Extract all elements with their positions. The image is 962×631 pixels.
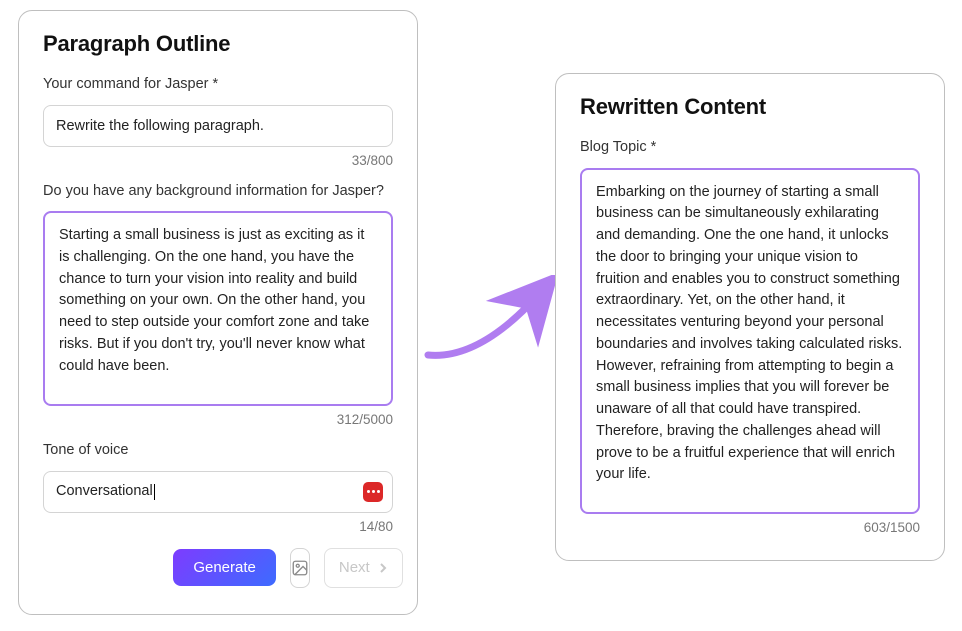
rewritten-content-title: Rewritten Content (580, 94, 920, 120)
image-button[interactable] (290, 548, 310, 588)
chevron-right-icon (378, 562, 388, 574)
arrow-icon (420, 275, 565, 375)
tone-counter: 14/80 (43, 519, 393, 534)
text-cursor (154, 484, 155, 500)
blog-topic-label: Blog Topic * (580, 138, 920, 158)
background-counter: 312/5000 (43, 412, 393, 427)
paragraph-outline-card: Paragraph Outline Your command for Jaspe… (18, 10, 418, 615)
blog-topic-textarea[interactable]: Embarking on the journey of starting a s… (580, 168, 920, 514)
blog-topic-text: Embarking on the journey of starting a s… (596, 184, 902, 483)
next-label: Next (339, 559, 370, 576)
command-counter: 33/800 (43, 153, 393, 168)
command-label: Your command for Jasper * (43, 75, 393, 95)
tone-label: Tone of voice (43, 441, 393, 461)
background-text: Starting a small business is just as exc… (59, 227, 369, 374)
blog-topic-counter: 603/1500 (580, 520, 920, 535)
image-icon (291, 559, 309, 577)
background-label: Do you have any background information f… (43, 182, 393, 202)
command-input[interactable] (43, 105, 393, 147)
tone-value: Conversational (56, 481, 153, 502)
background-textarea[interactable]: Starting a small business is just as exc… (43, 211, 393, 406)
tone-input[interactable]: Conversational (43, 471, 393, 513)
rewritten-content-card: Rewritten Content Blog Topic * Embarking… (555, 73, 945, 561)
paragraph-outline-title: Paragraph Outline (43, 31, 393, 57)
next-button[interactable]: Next (324, 548, 403, 588)
generate-button[interactable]: Generate (173, 549, 276, 586)
tone-more-icon[interactable] (363, 482, 383, 502)
